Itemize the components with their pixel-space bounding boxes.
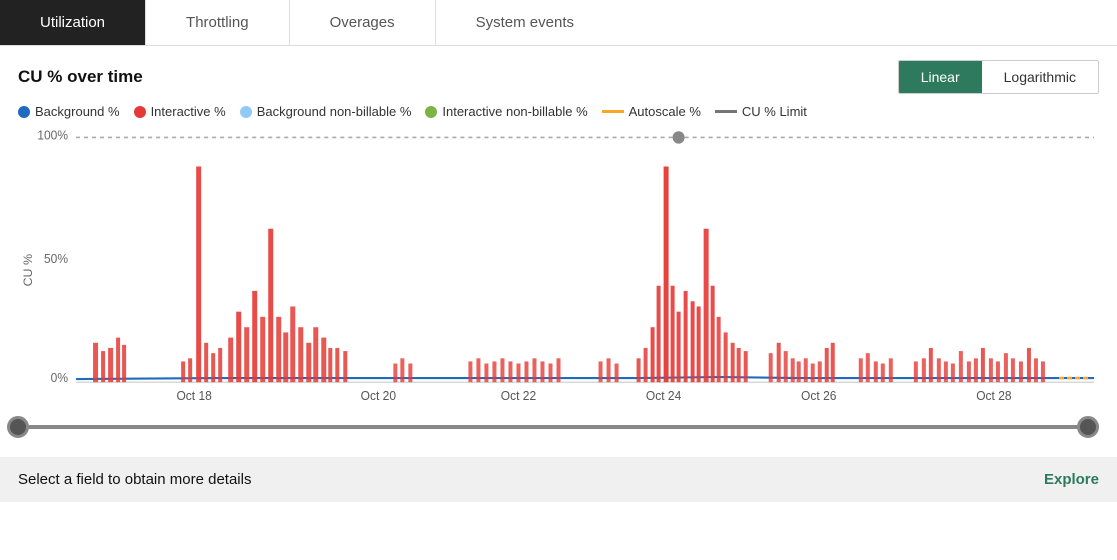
chart-header: CU % over time Linear Logarithmic [18, 60, 1099, 94]
slider-fill [18, 425, 1099, 429]
explore-button[interactable]: Explore [1044, 471, 1099, 488]
x-label-oct20: Oct 20 [361, 389, 397, 403]
legend-background: Background % [18, 104, 120, 119]
scale-logarithmic-button[interactable]: Logarithmic [982, 61, 1098, 93]
y-label-0: 0% [51, 371, 68, 385]
legend-background-nonbillable: Background non-billable % [240, 104, 412, 119]
tab-system-events[interactable]: System events [436, 0, 614, 45]
x-label-oct18: Oct 18 [176, 389, 212, 403]
chart-svg: 100% 50% 0% CU % [18, 125, 1099, 405]
x-label-oct22: Oct 22 [501, 389, 537, 403]
legend-interactive-nonbillable-label: Interactive non-billable % [442, 104, 587, 119]
chart-legend: Background % Interactive % Background no… [18, 104, 1099, 119]
main-content: CU % over time Linear Logarithmic Backgr… [0, 46, 1117, 405]
limit-marker [673, 131, 685, 143]
bottom-status-text: Select a field to obtain more details [18, 471, 251, 488]
range-slider [0, 405, 1117, 449]
legend-interactive-label: Interactive % [151, 104, 226, 119]
y-axis-label: CU % [21, 254, 35, 287]
legend-background-nonbillable-label: Background non-billable % [257, 104, 412, 119]
interactive-nonbillable-dot [425, 106, 437, 118]
legend-cu-limit-label: CU % Limit [742, 104, 807, 119]
legend-background-label: Background % [35, 104, 120, 119]
autoscale-dash [602, 110, 624, 113]
slider-thumb-right[interactable] [1077, 416, 1099, 438]
slider-track [18, 425, 1099, 429]
legend-interactive-nonbillable: Interactive non-billable % [425, 104, 587, 119]
bottom-bar: Select a field to obtain more details Ex… [0, 457, 1117, 502]
slider-thumb-left[interactable] [7, 416, 29, 438]
chart-title: CU % over time [18, 67, 143, 87]
x-label-oct28: Oct 28 [976, 389, 1012, 403]
background-nonbillable-dot [240, 106, 252, 118]
y-label-50: 50% [44, 252, 68, 266]
interactive-dot [134, 106, 146, 118]
chart-area: 100% 50% 0% CU % [18, 125, 1099, 405]
legend-autoscale: Autoscale % [602, 104, 701, 119]
scale-toggle: Linear Logarithmic [898, 60, 1099, 94]
tab-throttling[interactable]: Throttling [146, 0, 290, 45]
x-label-oct24: Oct 24 [646, 389, 682, 403]
legend-interactive: Interactive % [134, 104, 226, 119]
legend-cu-limit: CU % Limit [715, 104, 807, 119]
x-label-oct26: Oct 26 [801, 389, 837, 403]
scale-linear-button[interactable]: Linear [899, 61, 982, 93]
cu-limit-dash [715, 110, 737, 113]
y-label-100: 100% [37, 128, 68, 142]
tab-overages[interactable]: Overages [290, 0, 436, 45]
tab-utilization[interactable]: Utilization [0, 0, 146, 45]
tab-bar: Utilization Throttling Overages System e… [0, 0, 1117, 46]
legend-autoscale-label: Autoscale % [629, 104, 701, 119]
background-dot [18, 106, 30, 118]
